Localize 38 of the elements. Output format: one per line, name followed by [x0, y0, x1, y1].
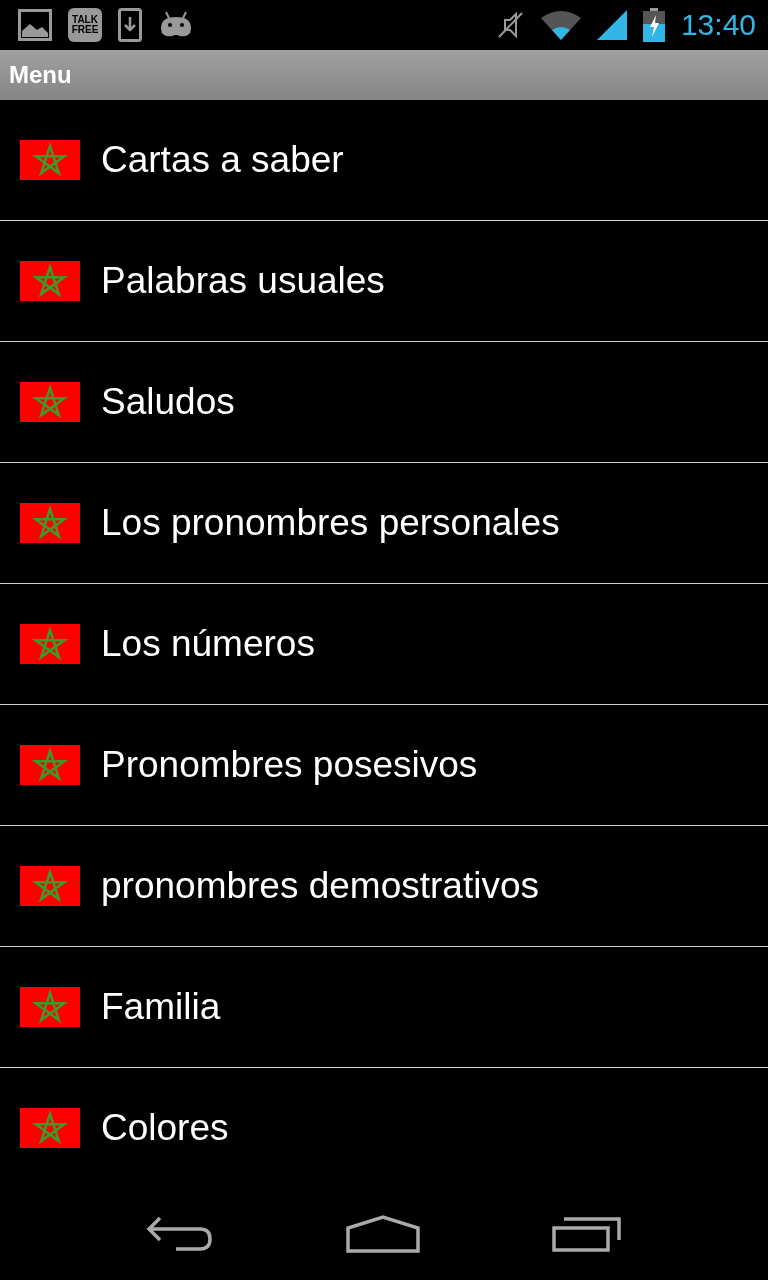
- menu-item[interactable]: Los números: [0, 584, 768, 705]
- back-icon[interactable]: [146, 1215, 214, 1252]
- menu-item-label: Pronombres posesivos: [101, 744, 478, 786]
- flag-icon: [20, 866, 80, 906]
- menu-item[interactable]: Pronombres posesivos: [0, 705, 768, 826]
- flag-icon: [20, 1108, 80, 1148]
- flag-icon: [20, 382, 80, 422]
- menu-item-label: Los pronombres personales: [101, 502, 560, 544]
- battery-icon: [642, 8, 665, 42]
- menu-item-label: Los números: [101, 623, 315, 665]
- menu-item-label: Cartas a saber: [101, 139, 344, 181]
- home-icon[interactable]: [346, 1214, 420, 1253]
- menu-item-label: Colores: [101, 1107, 229, 1149]
- flag-icon: [20, 503, 80, 543]
- menu-item[interactable]: Los pronombres personales: [0, 463, 768, 584]
- flag-icon: [20, 261, 80, 301]
- menu-item[interactable]: Saludos: [0, 342, 768, 463]
- signal-icon: [596, 10, 627, 40]
- download-icon: [118, 8, 142, 42]
- menu-item[interactable]: Palabras usuales: [0, 221, 768, 342]
- menu-item-label: Palabras usuales: [101, 260, 385, 302]
- flag-icon: [20, 987, 80, 1027]
- menu-item-label: pronombres demostrativos: [101, 865, 540, 907]
- menu-item[interactable]: pronombres demostrativos: [0, 826, 768, 947]
- menu-item-label: Saludos: [101, 381, 235, 423]
- menu-item-label: Familia: [101, 986, 221, 1028]
- menu-item[interactable]: Familia: [0, 947, 768, 1068]
- recent-apps-icon[interactable]: [552, 1215, 622, 1252]
- menu-item[interactable]: Colores: [0, 1068, 768, 1188]
- flag-icon: [20, 624, 80, 664]
- talk-free-icon: TALK FREE: [68, 8, 102, 42]
- flag-icon: [20, 745, 80, 785]
- clock: 13:40: [680, 8, 756, 42]
- wifi-icon: [540, 10, 581, 40]
- menu-item[interactable]: Cartas a saber: [0, 100, 768, 221]
- title: Menu: [9, 61, 72, 89]
- flag-icon: [20, 140, 80, 180]
- picture-icon: [18, 9, 52, 41]
